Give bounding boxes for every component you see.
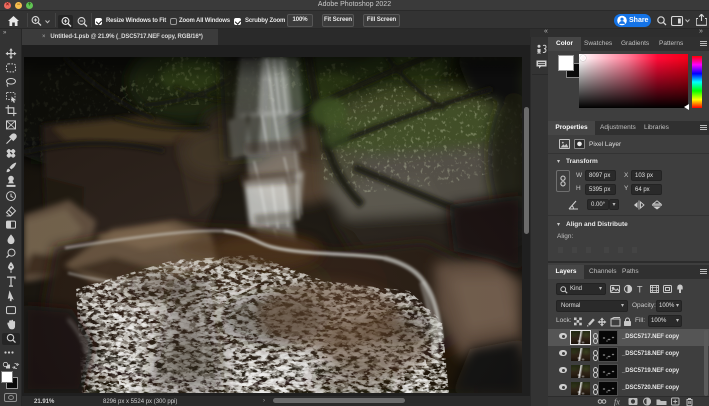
svg-text:fx: fx — [614, 398, 620, 406]
svg-text:T: T — [637, 285, 643, 295]
